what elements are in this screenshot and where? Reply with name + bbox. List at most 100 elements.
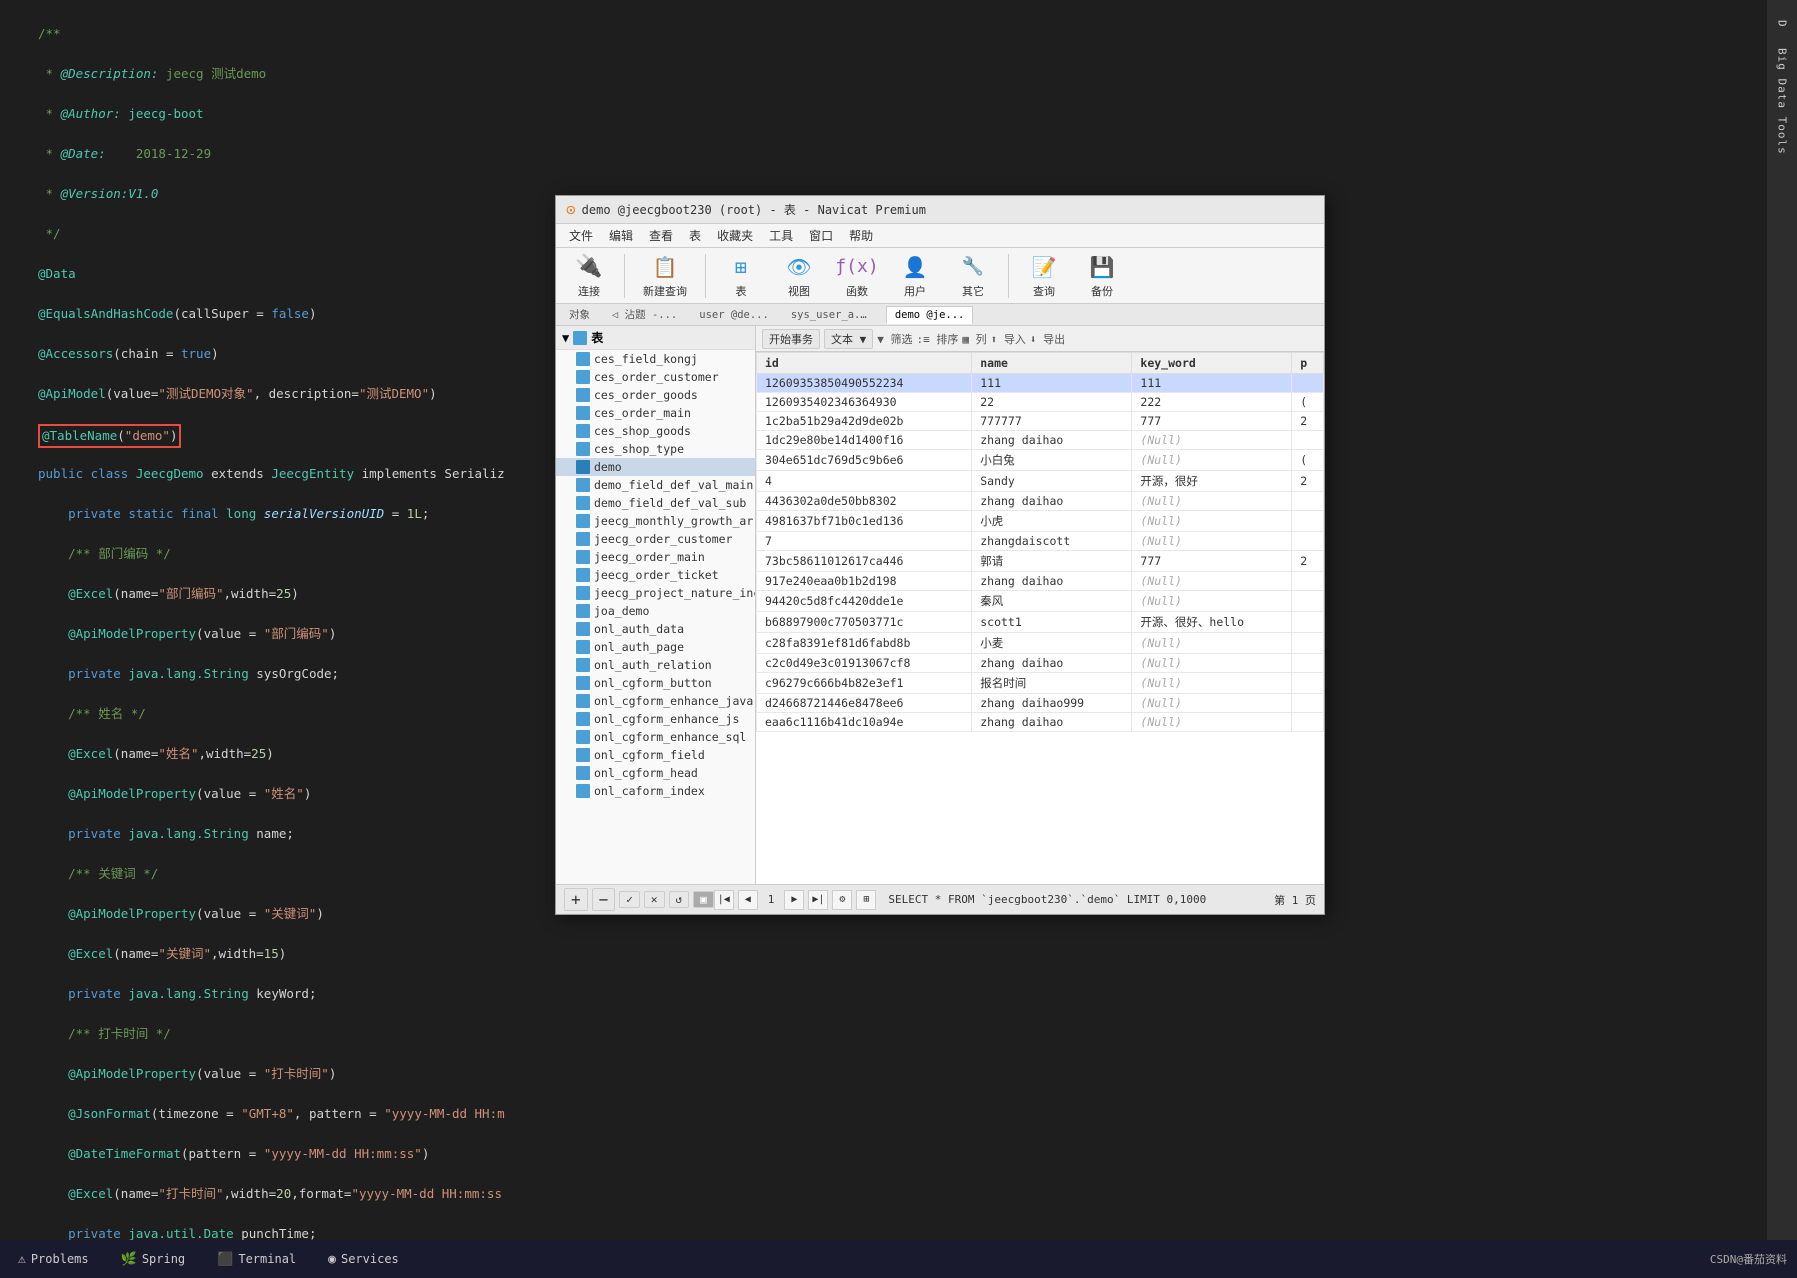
right-tab-d[interactable]: D bbox=[1772, 10, 1793, 38]
tree-item-demo-field-main[interactable]: demo_field_def_val_main bbox=[556, 476, 755, 494]
menu-window[interactable]: 窗口 bbox=[801, 225, 841, 246]
table-row[interactable]: d24668721446e8478ee6zhang daihao999(Null… bbox=[757, 694, 1324, 713]
toolbar-user-btn[interactable]: 👤 用户 bbox=[890, 249, 940, 303]
sort-label[interactable]: :≡ 排序 bbox=[917, 331, 959, 347]
table-row[interactable]: eaa6c1116b41dc10a94ezhang daihao(Null) bbox=[757, 713, 1324, 732]
add-row-btn[interactable]: + bbox=[564, 888, 588, 911]
tree-item-onl-caform-index[interactable]: onl_caform_index bbox=[556, 782, 755, 800]
tree-item-demo-field-sub[interactable]: demo_field_def_val_sub bbox=[556, 494, 755, 512]
tree-item-ces-order-main[interactable]: ces_order_main bbox=[556, 404, 755, 422]
tree-item-joa-demo[interactable]: joa_demo bbox=[556, 602, 755, 620]
tree-item-onl-cgform-field[interactable]: onl_cgform_field bbox=[556, 746, 755, 764]
tree-item-jeecg-monthly[interactable]: jeecg_monthly_growth_ar bbox=[556, 512, 755, 530]
connect-label: 连接 bbox=[578, 283, 600, 299]
tree-item-demo[interactable]: demo bbox=[556, 458, 755, 476]
bottom-tab-problems[interactable]: ⚠ Problems bbox=[10, 1248, 97, 1271]
tab-user[interactable]: user @de... bbox=[690, 306, 778, 324]
table-row[interactable]: 4436302a0de50bb8302zhang daihao(Null) bbox=[757, 492, 1324, 511]
table-row[interactable]: 304e651dc769d5c9b6e6小白兔(Null)( bbox=[757, 450, 1324, 471]
tree-item-onl-cgform-enhance-java[interactable]: onl_cgform_enhance_java bbox=[556, 692, 755, 710]
cancel-btn[interactable]: ✕ bbox=[644, 891, 665, 908]
import-label[interactable]: ⬆ 导入 bbox=[991, 331, 1026, 347]
tree-item-onl-cgform-enhance-sql[interactable]: onl_cgform_enhance_sql bbox=[556, 728, 755, 746]
table-row[interactable]: 94420c5d8fc4420dde1e秦风(Null) bbox=[757, 591, 1324, 612]
tree-item-onl-auth-data[interactable]: onl_auth_data bbox=[556, 620, 755, 638]
toolbar-backup-btn[interactable]: 💾 备份 bbox=[1077, 249, 1127, 303]
bottom-tab-spring[interactable]: 🌿 Spring bbox=[113, 1248, 194, 1271]
table-row[interactable]: b68897900c770503771cscott1开源、很好、hello bbox=[757, 612, 1324, 633]
tree-item-ces-order-goods[interactable]: ces_order_goods bbox=[556, 386, 755, 404]
toolbar-function-btn[interactable]: ƒ(x) 函数 bbox=[832, 249, 882, 303]
grid-btn[interactable]: ▣ bbox=[693, 891, 714, 908]
tree-item-jeecg-order-main[interactable]: jeecg_order_main bbox=[556, 548, 755, 566]
table-row[interactable]: c28fa8391ef81d6fabd8b小麦(Null) bbox=[757, 633, 1324, 654]
menu-table[interactable]: 表 bbox=[681, 225, 709, 246]
tab-sys-user[interactable]: sys_user_a... bbox=[782, 306, 882, 324]
next-page-btn[interactable]: ▶ bbox=[784, 890, 804, 910]
menu-view[interactable]: 查看 bbox=[641, 225, 681, 246]
tab-demo[interactable]: demo @je... bbox=[886, 306, 974, 324]
toolbar-query-btn[interactable]: 📝 查询 bbox=[1019, 249, 1069, 303]
menu-edit[interactable]: 编辑 bbox=[601, 225, 641, 246]
toolbar-other-btn[interactable]: 🔧 其它 bbox=[948, 249, 998, 303]
table-row[interactable]: c96279c666b4b82e3ef1报名时间(Null) bbox=[757, 673, 1324, 694]
bottom-tab-services[interactable]: ◉ Services bbox=[320, 1248, 407, 1271]
tree-item-jeecg-order-ticket[interactable]: jeecg_order_ticket bbox=[556, 566, 755, 584]
menu-file[interactable]: 文件 bbox=[561, 225, 601, 246]
table-row[interactable]: 73bc58611012617ca446郭请7772 bbox=[757, 551, 1324, 572]
table-row[interactable]: 1dc29e80be14d1400f16zhang daihao(Null) bbox=[757, 431, 1324, 450]
table-row[interactable]: 12609353850490552234111111 bbox=[757, 374, 1324, 393]
table-row[interactable]: c2c0d49e3c01913067cf8zhang daihao(Null) bbox=[757, 654, 1324, 673]
cell-extra: 2 bbox=[1292, 551, 1324, 572]
cell-id: c2c0d49e3c01913067cf8 bbox=[757, 654, 972, 673]
menu-tools[interactable]: 工具 bbox=[761, 225, 801, 246]
toolbar-table-btn[interactable]: ⊞ 表 bbox=[716, 249, 766, 303]
tab-sticky[interactable]: ◁ 沾题 -... bbox=[603, 304, 686, 325]
table-row[interactable]: 126093540234636493022222( bbox=[757, 393, 1324, 412]
table-row[interactable]: 1c2ba51b29a42d9de02b7777777772 bbox=[757, 412, 1324, 431]
cell-name: zhangdaiscott bbox=[972, 532, 1132, 551]
services-label: Services bbox=[341, 1252, 399, 1266]
text-btn[interactable]: 文本 ▼ bbox=[824, 329, 873, 349]
cell-keyword: (Null) bbox=[1132, 572, 1292, 591]
toolbar-view-btn[interactable]: 👁 视图 bbox=[774, 249, 824, 303]
refresh-btn[interactable]: ↺ bbox=[669, 891, 690, 908]
toolbar-new-query-btn[interactable]: 📋 新建查询 bbox=[635, 249, 695, 303]
tree-item-ces-shop-goods[interactable]: ces_shop_goods bbox=[556, 422, 755, 440]
navicat-status-bar: + − ✓ ✕ ↺ ▣ |◀ ◀ 1 ▶ ▶| ⚙ ⊞ SELECT * FRO… bbox=[556, 884, 1324, 914]
tree-item-jeecg-project[interactable]: jeecg_project_nature_inco bbox=[556, 584, 755, 602]
cell-extra bbox=[1292, 654, 1324, 673]
tree-item-onl-cgform-head[interactable]: onl_cgform_head bbox=[556, 764, 755, 782]
tree-item-onl-cgform-enhance-js[interactable]: onl_cgform_enhance_js bbox=[556, 710, 755, 728]
grid-view-btn[interactable]: ⊞ bbox=[856, 890, 876, 910]
last-page-btn[interactable]: ▶| bbox=[808, 890, 828, 910]
tree-item-ces-shop-type[interactable]: ces_shop_type bbox=[556, 440, 755, 458]
table-row[interactable]: 4981637bf71b0c1ed136小虎(Null) bbox=[757, 511, 1324, 532]
right-tab-big-data[interactable]: Big Data Tools bbox=[1772, 38, 1793, 165]
tree-item-onl-auth-relation[interactable]: onl_auth_relation bbox=[556, 656, 755, 674]
table-row[interactable]: 4Sandy开源，很好2 bbox=[757, 471, 1324, 492]
prev-page-btn[interactable]: ◀ bbox=[738, 890, 758, 910]
delete-row-btn[interactable]: − bbox=[592, 888, 616, 911]
toolbar-connect-btn[interactable]: 🔌 连接 bbox=[564, 249, 614, 303]
view-label: 视图 bbox=[788, 283, 810, 299]
tab-object[interactable]: 对象 bbox=[560, 304, 599, 325]
begin-transaction-btn[interactable]: 开始事务 bbox=[762, 329, 820, 349]
tree-header[interactable]: ▼ 表 bbox=[556, 326, 755, 350]
tree-item-onl-cgform-button[interactable]: onl_cgform_button bbox=[556, 674, 755, 692]
menu-favorites[interactable]: 收藏夹 bbox=[709, 225, 761, 246]
settings-btn[interactable]: ⚙ bbox=[832, 890, 852, 910]
confirm-btn[interactable]: ✓ bbox=[619, 891, 640, 908]
column-label[interactable]: ▦ 列 bbox=[962, 331, 986, 347]
menu-help[interactable]: 帮助 bbox=[841, 225, 881, 246]
export-label[interactable]: ⬇ 导出 bbox=[1030, 331, 1065, 347]
table-row[interactable]: 7zhangdaiscott(Null) bbox=[757, 532, 1324, 551]
tree-item-jeecg-order-customer[interactable]: jeecg_order_customer bbox=[556, 530, 755, 548]
bottom-tab-terminal[interactable]: ⬛ Terminal bbox=[209, 1248, 304, 1271]
tree-item-onl-auth-page[interactable]: onl_auth_page bbox=[556, 638, 755, 656]
table-row[interactable]: 917e240eaa0b1b2d198zhang daihao(Null) bbox=[757, 572, 1324, 591]
table-icon: ⊞ bbox=[727, 253, 755, 281]
tree-item-ces-field-kongj[interactable]: ces_field_kongj bbox=[556, 350, 755, 368]
tree-item-ces-order-customer[interactable]: ces_order_customer bbox=[556, 368, 755, 386]
first-page-btn[interactable]: |◀ bbox=[714, 890, 734, 910]
